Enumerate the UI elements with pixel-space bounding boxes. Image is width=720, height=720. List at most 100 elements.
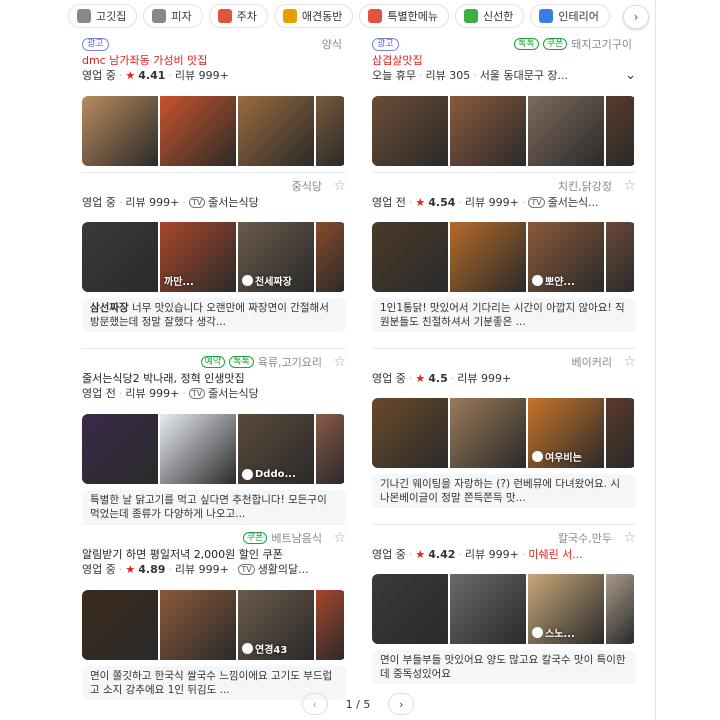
- restaurant-card[interactable]: 광고 양식 dmc 남가좌동 가성비 맛집 영업 중 · ★ 4.41 · 리뷰 999+: [82, 36, 346, 166]
- meta-dot: ·: [182, 386, 186, 400]
- photo-strip[interactable]: 뽀얀...: [372, 222, 636, 292]
- next-page-button[interactable]: ›: [388, 693, 415, 715]
- category-chip[interactable]: 신선한: [454, 4, 525, 28]
- bookmark-star-icon[interactable]: ☆: [623, 530, 636, 546]
- restaurant-photo[interactable]: [528, 96, 604, 166]
- card-header: 광고 톡톡 쿠폰 돼지고기구이: [372, 36, 636, 52]
- rating-star-icon: ★: [125, 68, 136, 82]
- restaurant-photo[interactable]: [450, 398, 526, 468]
- restaurant-photo[interactable]: 연경43: [238, 590, 314, 660]
- expand-chevron-icon[interactable]: ⌄: [625, 68, 636, 83]
- prev-page-button[interactable]: ‹: [301, 693, 328, 715]
- category-chip[interactable]: 인테리어: [530, 4, 610, 28]
- photo-strip[interactable]: [82, 96, 346, 166]
- ad-badge: 광고: [372, 37, 399, 51]
- restaurant-photo[interactable]: 뽀얀...: [528, 222, 604, 292]
- category-chip[interactable]: 특별한메뉴: [359, 4, 449, 28]
- business-status: 영업 중: [82, 563, 116, 576]
- rating-value: 4.54: [428, 195, 456, 209]
- category-chip-label: 신선한: [482, 10, 514, 23]
- restaurant-photo[interactable]: [450, 574, 526, 644]
- restaurant-card[interactable]: 베이커리 ☆ 영업 중 · ★ 4.5 · 리뷰 999+ 여우비는 기나긴 웨이팅을 자랑하는 …: [372, 354, 636, 508]
- rating-value: 4.89: [138, 562, 166, 576]
- review-count: 리뷰 999+: [125, 196, 180, 209]
- restaurant-card[interactable]: 광고 톡톡 쿠폰 돼지고기구이 삼겹살맛집 오늘 휴무 · 리뷰 305 · 서울 동대문구 장.…: [372, 36, 636, 166]
- restaurant-card[interactable]: 쿠폰 베트남음식 ☆ 알림받기 하면 평일저녁 2,000원 할인 쿠폰 영업 중 · ★ 4…: [82, 530, 346, 700]
- restaurant-photo[interactable]: [372, 222, 448, 292]
- category-chip[interactable]: 주차: [208, 4, 268, 28]
- restaurant-photo[interactable]: 천세짜장: [238, 222, 314, 292]
- rating-value: 4.42: [428, 547, 456, 561]
- restaurant-photo[interactable]: [316, 96, 344, 166]
- review-count: 리뷰 999+: [174, 563, 229, 576]
- restaurant-photo[interactable]: [372, 398, 448, 468]
- chip-next-button[interactable]: ›: [623, 5, 649, 29]
- restaurant-photo[interactable]: [160, 590, 236, 660]
- restaurant-photo[interactable]: [82, 414, 158, 484]
- meta-extra: 줄서는식...: [547, 196, 599, 209]
- review-snippet[interactable]: 특별한 날 닭고기를 먹고 싶다면 추천합니다! 모든구이 먹었는데 종류가 다…: [82, 490, 346, 524]
- card-divider: [372, 348, 636, 349]
- business-status: 영업 전: [82, 387, 116, 400]
- restaurant-photo[interactable]: [82, 590, 158, 660]
- restaurant-card[interactable]: 칼국수,만두 ☆ 영업 중 · ★ 4.42 · 리뷰 999+ · 미쉐린 서... 스노... 면…: [372, 530, 636, 684]
- restaurant-photo[interactable]: 까만...: [160, 222, 236, 292]
- category-chip[interactable]: 고깃집: [68, 4, 138, 28]
- restaurant-photo[interactable]: [606, 398, 634, 468]
- category-chip[interactable]: 애견동반: [273, 4, 354, 28]
- tv-icon: TV: [238, 563, 255, 575]
- promo-text: 알림받기 하면 평일저녁 2,000원 할인 쿠폰: [82, 548, 283, 561]
- restaurant-photo[interactable]: [316, 590, 344, 660]
- restaurant-card[interactable]: 중식당 ☆ 영업 중 · 리뷰 999+ · TV 줄서는식당 까만... 천세짜장 삼선짜장 너무…: [82, 178, 346, 332]
- bookmark-star-icon[interactable]: ☆: [333, 530, 346, 546]
- restaurant-photo[interactable]: [82, 222, 158, 292]
- review-snippet[interactable]: 1인1통닭! 맛있어서 기다리는 시간이 아깝지 않아요! 직원분들도 친절하셔…: [372, 298, 636, 332]
- photo-strip[interactable]: 까만... 천세짜장: [82, 222, 346, 292]
- chevron-right-icon: ›: [399, 697, 404, 711]
- restaurant-photo[interactable]: [238, 96, 314, 166]
- restaurant-photo[interactable]: 여우비는: [528, 398, 604, 468]
- restaurant-photo[interactable]: [160, 96, 236, 166]
- business-status: 영업 전: [372, 196, 406, 209]
- restaurant-photo[interactable]: [606, 574, 634, 644]
- business-status: 오늘 휴무: [372, 69, 416, 82]
- bookmark-star-icon[interactable]: ☆: [623, 178, 636, 194]
- category-chip[interactable]: 피자: [143, 4, 203, 28]
- bookmark-star-icon[interactable]: ☆: [333, 354, 346, 370]
- restaurant-photo[interactable]: Dddo...: [238, 414, 314, 484]
- bookmark-star-icon[interactable]: ☆: [623, 354, 636, 370]
- restaurant-photo[interactable]: 스노...: [528, 574, 604, 644]
- photo-strip[interactable]: 여우비는: [372, 398, 636, 468]
- bookmark-star-icon[interactable]: ☆: [333, 178, 346, 194]
- photo-strip[interactable]: Dddo...: [82, 414, 346, 484]
- restaurant-photo[interactable]: [316, 222, 344, 292]
- restaurant-photo[interactable]: [606, 222, 634, 292]
- photo-strip[interactable]: [372, 96, 636, 166]
- restaurant-photo[interactable]: [606, 96, 634, 166]
- restaurant-photo[interactable]: [372, 96, 448, 166]
- photo-strip[interactable]: 연경43: [82, 590, 346, 660]
- meta-dot: ·: [473, 68, 477, 82]
- review-snippet[interactable]: 삼선짜장 너무 맛있습니다 오랜만에 짜장면이 간절해서 방문했는데 정말 잘했…: [82, 298, 346, 332]
- restaurant-card[interactable]: 예약 톡톡 육류,고기요리 ☆ 줄서는식당2 박나래, 정혁 인생맛집 영업 전 · 리뷰 9…: [82, 354, 346, 524]
- dog-icon: [282, 9, 297, 23]
- meta-dot: ·: [168, 68, 172, 82]
- photo-strip[interactable]: 스노...: [372, 574, 636, 644]
- restaurant-photo[interactable]: [450, 222, 526, 292]
- review-count: 리뷰 999+: [174, 69, 229, 82]
- utensils-icon: [152, 9, 167, 23]
- sofa-icon: [539, 9, 554, 23]
- restaurant-photo[interactable]: [316, 414, 344, 484]
- promo-text: dmc 남가좌동 가성비 맛집: [82, 54, 208, 67]
- review-text: 1인1통닭! 맛있어서 기다리는 시간이 아깝지 않아요! 직원분들도 친절하셔…: [380, 302, 625, 328]
- review-snippet[interactable]: 기나긴 웨이팅을 자랑하는 (?) 런베뮤에 다녀왔어요. 시나몬베이글이 정말…: [372, 474, 636, 508]
- restaurant-category: 베트남음식: [271, 532, 322, 545]
- restaurant-photo[interactable]: [372, 574, 448, 644]
- restaurant-photo[interactable]: [160, 414, 236, 484]
- restaurant-card[interactable]: 치킨,닭강정 ☆ 영업 전 · ★ 4.54 · 리뷰 999+ · TV 줄서는식... 뽀얀...…: [372, 178, 636, 332]
- review-snippet[interactable]: 면이 부들부들 맛있어요 양도 많고요 칼국수 맛이 특이한데 중독성있어요: [372, 650, 636, 684]
- restaurant-photo[interactable]: [82, 96, 158, 166]
- current-page: 1: [345, 697, 353, 711]
- restaurant-category: 돼지고기구이: [571, 38, 632, 51]
- restaurant-photo[interactable]: [450, 96, 526, 166]
